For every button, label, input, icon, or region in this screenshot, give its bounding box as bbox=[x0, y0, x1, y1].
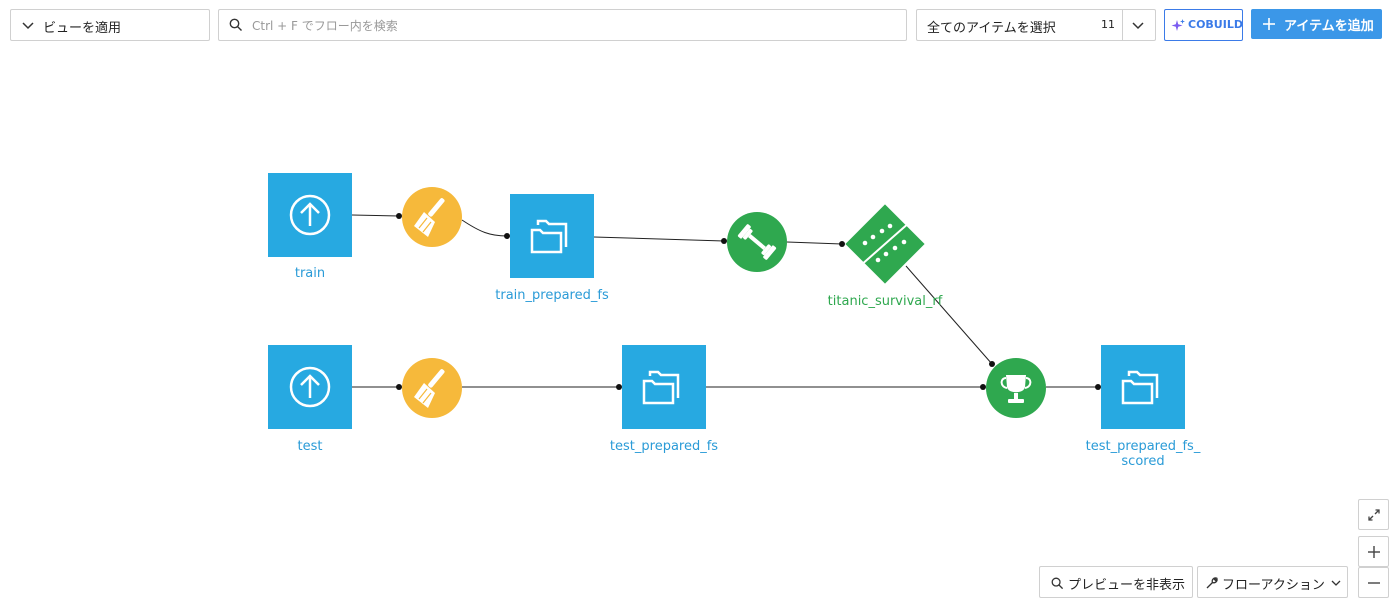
node-label-train[interactable]: train bbox=[295, 266, 325, 281]
search-icon bbox=[1051, 577, 1064, 590]
edge-prepare-to-train-prepared bbox=[461, 219, 508, 237]
folder-node-train-prepared-fs[interactable] bbox=[510, 194, 594, 278]
edge-train-to-model bbox=[786, 241, 843, 245]
edge-model-to-score bbox=[905, 265, 993, 365]
flow-canvas bbox=[268, 173, 1185, 429]
node-label-test[interactable]: test bbox=[298, 439, 323, 454]
node-label-train-prepared-fs[interactable]: train_prepared_fs bbox=[495, 288, 608, 303]
expand-icon bbox=[1368, 509, 1380, 521]
flow-actions-button[interactable]: フローアクション bbox=[1197, 566, 1348, 598]
prepare-recipe-node-test[interactable] bbox=[402, 358, 462, 418]
minus-icon bbox=[1368, 582, 1380, 584]
score-recipe-node[interactable] bbox=[986, 358, 1046, 418]
folder-node-test-prepared-fs-scored[interactable] bbox=[1101, 345, 1185, 429]
edge-train-to-prepare bbox=[351, 214, 400, 217]
zoom-in-button[interactable] bbox=[1358, 536, 1389, 567]
train-recipe-node[interactable] bbox=[727, 212, 787, 272]
hide-preview-button[interactable]: プレビューを非表示 bbox=[1039, 566, 1193, 598]
zoom-out-button[interactable] bbox=[1358, 567, 1389, 598]
node-label-test-prepared-fs-scored-line2[interactable]: scored bbox=[1121, 454, 1164, 469]
node-label-test-prepared-fs[interactable]: test_prepared_fs bbox=[610, 439, 718, 454]
dataset-node-test[interactable] bbox=[268, 345, 352, 429]
node-label-test-prepared-fs-scored-line1[interactable]: test_prepared_fs_ bbox=[1086, 439, 1201, 454]
edge-train-prepared-to-train bbox=[593, 236, 725, 242]
hide-preview-label: プレビューを非表示 bbox=[1068, 578, 1186, 593]
node-label-titanic-survival-rf[interactable]: titanic_survival_rf bbox=[828, 294, 943, 309]
prepare-recipe-node-train[interactable] bbox=[402, 187, 462, 247]
fit-view-button[interactable] bbox=[1358, 499, 1389, 530]
wrench-icon bbox=[1206, 577, 1218, 589]
flow-actions-label: フローアクション bbox=[1222, 578, 1325, 593]
chevron-down-icon bbox=[1331, 580, 1341, 586]
dataset-node-train[interactable] bbox=[268, 173, 352, 257]
folder-node-test-prepared-fs[interactable] bbox=[622, 345, 706, 429]
plus-icon bbox=[1368, 546, 1380, 558]
saved-model-node-titanic[interactable] bbox=[845, 204, 925, 284]
